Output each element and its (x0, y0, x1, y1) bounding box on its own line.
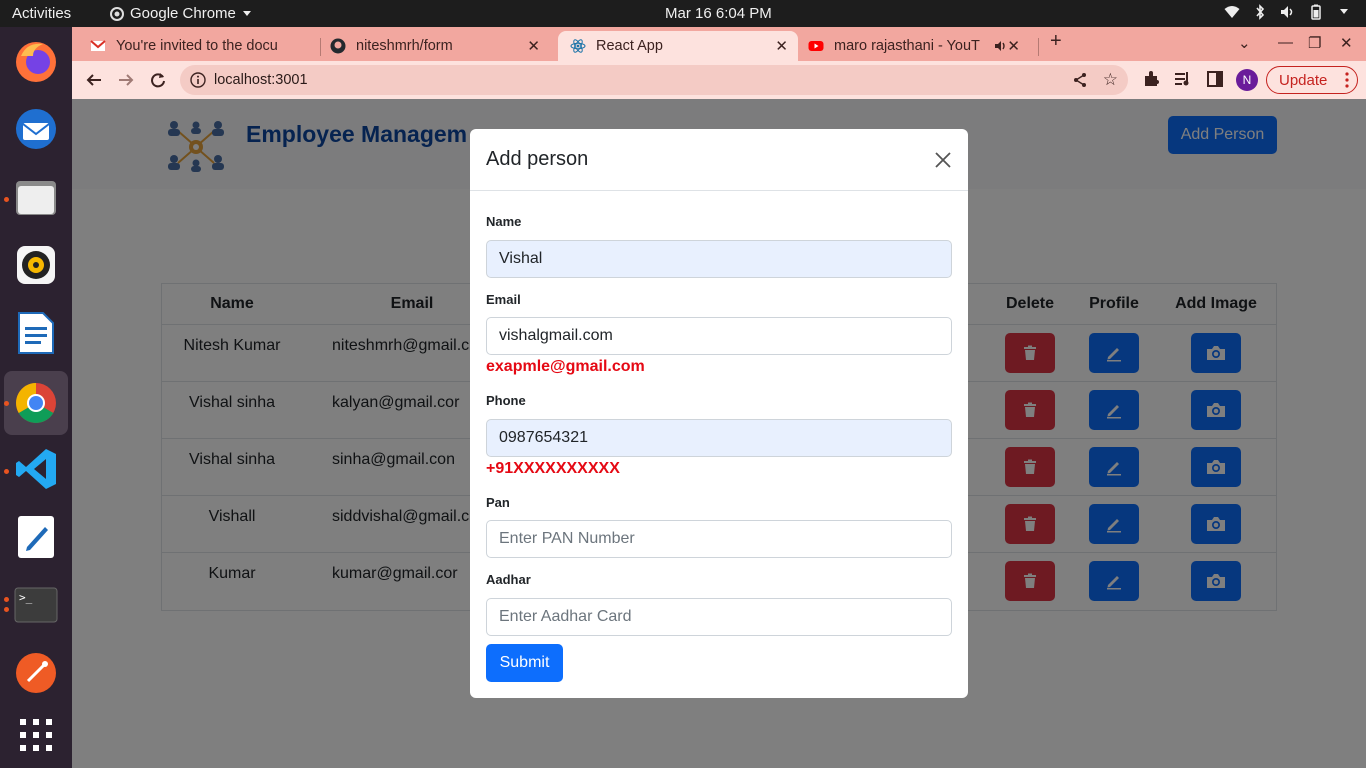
bookmark-star-icon[interactable]: ☆ (1103, 70, 1118, 90)
thunderbird-icon[interactable] (12, 105, 60, 153)
svg-text:>_: >_ (19, 591, 33, 604)
phone-field[interactable]: 0987654321 (486, 419, 952, 457)
gmail-icon (90, 40, 106, 51)
terminal-icon[interactable]: >_ (12, 581, 60, 629)
chrome-dock-item[interactable] (4, 371, 68, 435)
app-menu[interactable]: Google Chrome (110, 5, 252, 22)
reload-icon[interactable] (147, 69, 169, 91)
minimize-icon[interactable]: — (1278, 34, 1293, 51)
media-control-icon[interactable] (1174, 70, 1192, 88)
name-field[interactable]: Vishal (486, 240, 952, 278)
running-indicator (4, 607, 9, 612)
pan-label: Pan (486, 495, 510, 510)
close-tab-icon[interactable]: ✕ (527, 37, 540, 55)
submit-button[interactable]: Submit (486, 644, 563, 682)
running-indicator (4, 469, 9, 474)
volume-icon (1280, 4, 1296, 20)
running-indicator (4, 197, 9, 202)
extensions-icon[interactable] (1142, 70, 1160, 88)
youtube-icon (808, 41, 824, 51)
modal-title: Add person (486, 148, 589, 170)
battery-icon (1308, 4, 1324, 20)
close-icon[interactable] (934, 151, 952, 169)
tab-separator (1038, 38, 1039, 56)
email-field[interactable]: vishalgmail.com (486, 317, 952, 355)
firefox-icon[interactable] (12, 37, 60, 85)
tab-gmail[interactable]: You're invited to the docu (90, 31, 320, 61)
more-menu-icon (1345, 72, 1349, 88)
phone-label: Phone (486, 393, 526, 408)
show-apps-icon[interactable] (12, 711, 60, 759)
modal-header: Add person (470, 129, 968, 191)
tab-search-icon[interactable]: ⌄ (1238, 34, 1251, 52)
tab-title: niteshmrh/form (356, 38, 453, 54)
phone-validation-hint: +91XXXXXXXXXX (486, 460, 620, 477)
side-panel-icon[interactable] (1206, 70, 1224, 88)
system-top-bar: Activities Google Chrome Mar 16 6:04 PM (0, 0, 1366, 27)
postman-icon[interactable] (12, 649, 60, 697)
browser-toolbar: localhost:3001 ☆ N Update (72, 61, 1366, 99)
tab-react-app-active[interactable]: React App ✕ (558, 31, 798, 61)
libreoffice-writer-icon[interactable] (12, 309, 60, 357)
profile-avatar[interactable]: N (1236, 69, 1258, 91)
share-icon[interactable] (1072, 72, 1088, 88)
pan-field[interactable]: Enter PAN Number (486, 520, 952, 558)
tab-title: You're invited to the docu (116, 38, 278, 54)
tab-title: React App (596, 38, 663, 54)
maximize-icon[interactable]: ❐ (1308, 34, 1321, 52)
files-icon[interactable] (12, 173, 60, 221)
name-label: Name (486, 214, 522, 229)
address-bar[interactable]: localhost:3001 ☆ (180, 65, 1128, 95)
email-label: Email (486, 292, 521, 307)
aadhar-field[interactable]: Enter Aadhar Card (486, 598, 952, 636)
site-info-icon[interactable] (190, 72, 206, 88)
react-icon (570, 39, 586, 53)
tab-title: maro rajasthani - YouT (834, 38, 980, 54)
github-icon (330, 38, 346, 54)
audio-playing-icon[interactable] (994, 39, 1008, 53)
chrome-small-icon (110, 6, 124, 21)
app-menu-label: Google Chrome (130, 5, 236, 22)
text-editor-icon[interactable] (12, 513, 60, 561)
new-tab-icon[interactable]: + (1050, 30, 1062, 53)
power-menu-icon (1336, 4, 1352, 20)
forward-icon[interactable] (115, 69, 137, 91)
wifi-icon (1224, 4, 1240, 20)
tab-separator (320, 38, 321, 56)
caret-down-icon (242, 10, 251, 16)
bluetooth-icon (1252, 4, 1268, 20)
chrome-icon (16, 383, 56, 423)
rhythmbox-icon[interactable] (12, 241, 60, 289)
system-tray[interactable] (1224, 4, 1352, 20)
dock: >_ (0, 27, 72, 768)
tab-github[interactable]: niteshmrh/form ✕ (330, 31, 550, 61)
vscode-icon[interactable] (12, 445, 60, 493)
close-window-icon[interactable]: ✕ (1340, 34, 1353, 52)
close-tab-icon[interactable]: ✕ (1007, 37, 1020, 55)
clock[interactable]: Mar 16 6:04 PM (665, 5, 772, 22)
back-icon[interactable] (83, 69, 105, 91)
update-button[interactable]: Update (1266, 66, 1358, 94)
aadhar-label: Aadhar (486, 572, 531, 587)
activities-button[interactable]: Activities (12, 5, 71, 22)
tab-strip: You're invited to the docu niteshmrh/for… (72, 27, 1366, 61)
email-validation-hint: exapmle@gmail.com (486, 358, 645, 375)
close-tab-icon[interactable]: ✕ (775, 37, 788, 55)
running-indicator (4, 401, 9, 406)
add-person-modal: Add person Name Vishal Email vishalgmail… (470, 129, 968, 698)
update-label: Update (1279, 71, 1328, 89)
running-indicator (4, 597, 9, 602)
tab-youtube[interactable]: maro rajasthani - YouT ✕ (808, 31, 1030, 61)
url-text: localhost:3001 (214, 72, 308, 88)
